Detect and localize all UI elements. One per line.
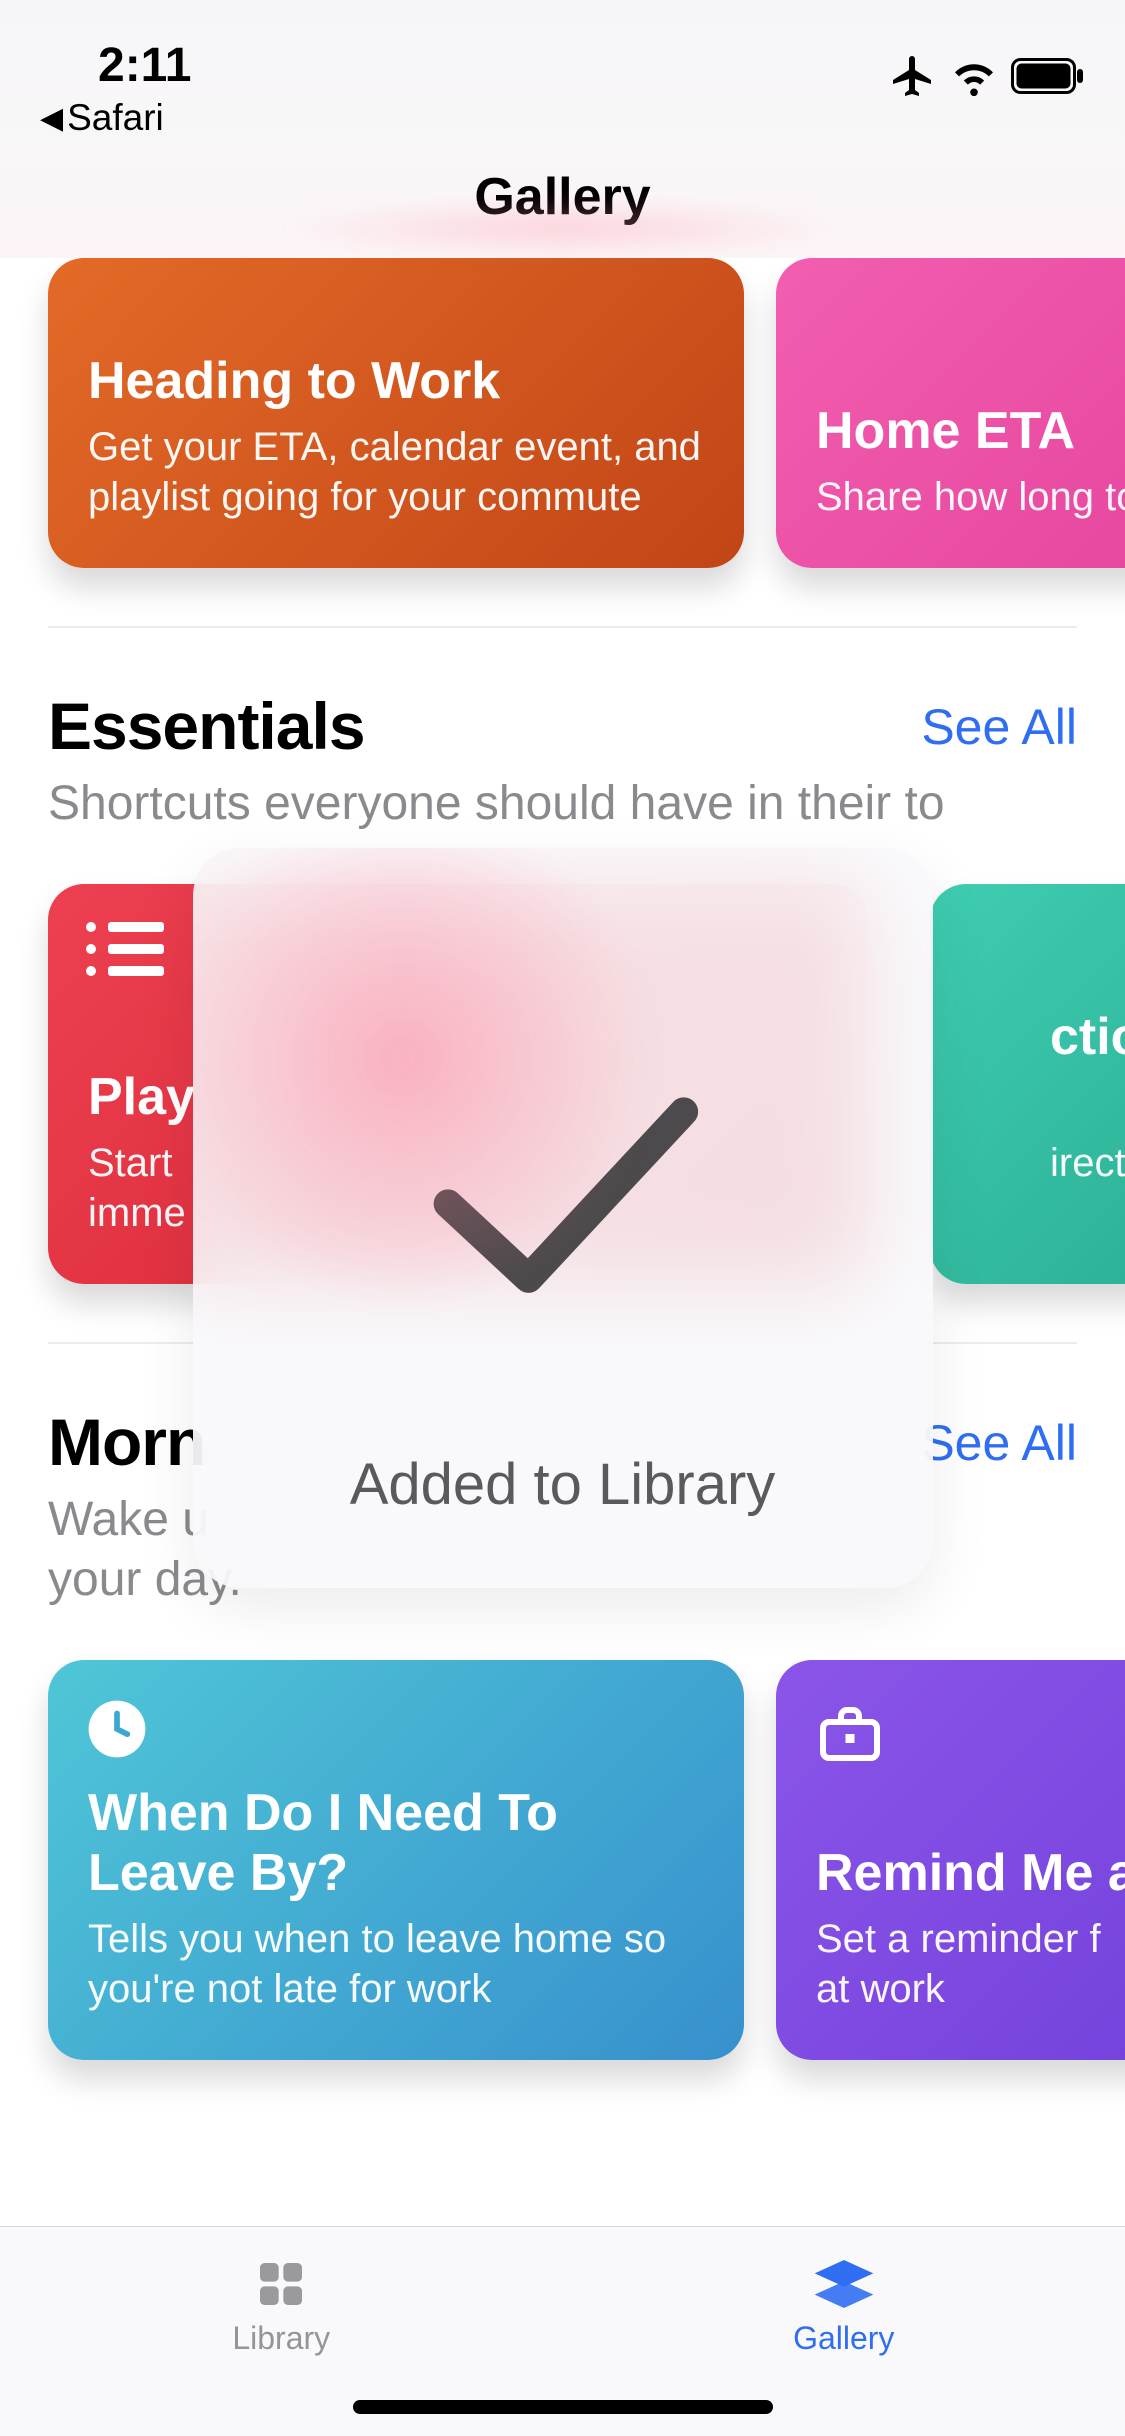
card-title: Heading to Work [88,352,704,412]
card-subtitle: Share how long to get home [816,472,1125,522]
shortcut-card-home-eta[interactable]: Home ETA Share how long to get home [776,258,1125,568]
divider [48,626,1077,628]
shortcut-card-when-leave[interactable]: When Do I Need To Leave By? Tells you wh… [48,1660,744,2060]
clock-icon [86,1698,148,1765]
added-to-library-toast: Added to Library [193,848,933,1588]
section-title-morning: Morn [48,1404,205,1480]
morning-card-row[interactable]: When Do I Need To Leave By? Tells you wh… [48,1660,1077,2060]
card-title: Home ETA [816,402,1125,462]
shortcut-card-heading-to-work[interactable]: Heading to Work Get your ETA, calendar e… [48,258,744,568]
section-subtitle-essentials: Shortcuts everyone should have in their … [48,774,1077,834]
card-title: When Do I Need To Leave By? [88,1784,704,1904]
tab-label: Library [232,2320,330,2357]
status-bar: 2:11 ◀ Safari [0,0,1125,130]
section-title-essentials: Essentials [48,688,365,764]
airplane-mode-icon [889,52,937,100]
battery-icon [1011,58,1085,94]
see-all-morning[interactable]: See All [921,1404,1077,1472]
page-title: Gallery [474,167,650,227]
list-icon [86,922,164,976]
tab-library[interactable]: Library [0,2227,563,2386]
hero-section: Heading to Work Get your ETA, calendar e… [0,258,1125,568]
status-icons [889,38,1085,100]
checkmark-icon [413,1083,713,1313]
shortcut-card-remind-me-at-work[interactable]: Remind Me a Set a reminder f at work [776,1660,1125,2060]
card-subtitle: Get your ETA, calendar event, and playli… [88,422,704,522]
card-subtitle: Set a reminder f at work [816,1914,1125,2014]
back-caret-icon: ◀ [40,101,63,136]
layers-icon [812,2256,876,2312]
status-time: 2:11 [40,38,191,93]
see-all-essentials[interactable]: See All [921,688,1077,756]
home-indicator[interactable] [353,2400,773,2414]
back-to-app[interactable]: ◀ Safari [40,97,191,139]
card-title: ctions H [1050,1008,1125,1128]
toast-message: Added to Library [350,1451,776,1518]
tab-gallery[interactable]: Gallery [563,2227,1125,2386]
back-app-label: Safari [67,97,164,139]
wifi-icon [951,53,997,99]
card-subtitle: irections h [1050,1138,1125,1238]
tab-label: Gallery [793,2320,894,2357]
card-subtitle: Tells you when to leave home so you're n… [88,1914,704,2014]
status-left: 2:11 ◀ Safari [40,38,191,139]
shortcut-card-directions-home[interactable]: ctions H irections h [930,884,1125,1284]
card-title: Remind Me a [816,1844,1125,1904]
hero-card-row[interactable]: Heading to Work Get your ETA, calendar e… [48,258,1077,568]
briefcase-icon [814,1698,886,1775]
grid-icon [253,2256,309,2312]
